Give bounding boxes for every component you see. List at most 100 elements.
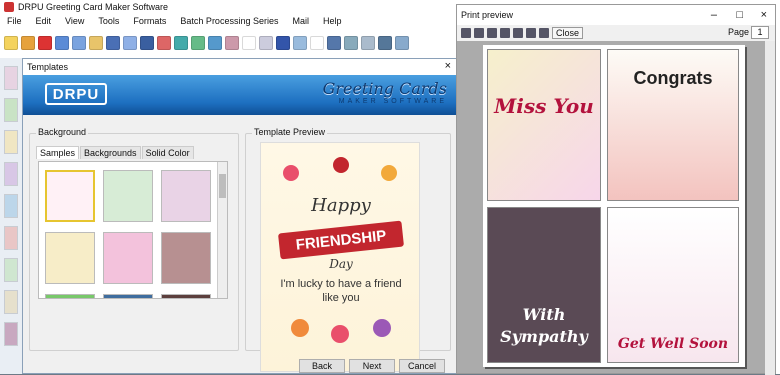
miss-you-text: Miss You [494,94,594,118]
thumb-6[interactable] [4,226,18,250]
menu-file[interactable]: File [0,16,29,26]
three-pages-icon[interactable] [513,28,523,38]
brand-title: Greeting Cards [322,79,447,98]
toolbar [0,32,460,54]
samples-scrollbar[interactable] [217,162,227,298]
sample-swatch[interactable] [45,294,95,298]
flower-icon [381,165,397,181]
save-icon[interactable] [55,36,69,50]
line-icon[interactable] [310,36,324,50]
template-preview-label: Template Preview [252,127,328,137]
menu-batch[interactable]: Batch Processing Series [173,16,285,26]
print-preview-window: Print preview – □ × Close Page 1 Miss Yo… [456,4,776,375]
print-icon[interactable] [106,36,120,50]
page-spinner[interactable]: 1 [751,26,769,39]
card-wreath: Happy FRIENDSHIP Day I'm lucky to have a… [273,155,409,345]
six-pages-icon[interactable] [539,28,549,38]
pencil-icon[interactable] [225,36,239,50]
sample-swatch[interactable] [161,170,211,222]
folder-icon[interactable] [89,36,103,50]
menu-formats[interactable]: Formats [126,16,173,26]
menu-mail[interactable]: Mail [285,16,316,26]
four-pages-icon[interactable] [526,28,536,38]
copy-icon[interactable] [140,36,154,50]
new-icon[interactable] [4,36,18,50]
thumb-8[interactable] [4,290,18,314]
flower-icon [331,325,349,343]
shape-icon[interactable] [208,36,222,50]
zoom-icon[interactable] [395,36,409,50]
tab-solid-color[interactable]: Solid Color [141,146,194,159]
image-icon[interactable] [174,36,188,50]
sample-swatch[interactable] [103,294,153,298]
next-button[interactable]: Next [349,359,395,373]
pen-icon[interactable] [191,36,205,50]
background-tabs: Samples Backgrounds Solid Color [36,146,195,159]
menu-edit[interactable]: Edit [29,16,59,26]
templates-title: Templates [27,62,69,72]
background-label: Background [36,127,89,137]
close-button[interactable]: Close [552,27,584,39]
sample-swatch[interactable] [45,232,95,284]
preview-scrollbar[interactable] [765,41,775,375]
templates-title-bar: Templates × [23,59,457,75]
wordart-icon[interactable] [242,36,256,50]
samples-grid [38,161,228,299]
card-congrats: Congrats [607,49,739,201]
tab-backgrounds[interactable]: Backgrounds [80,146,141,159]
redo-icon[interactable] [361,36,375,50]
card-miss-you: Miss You [487,49,601,201]
menu-view[interactable]: View [58,16,91,26]
layer-icon[interactable] [327,36,341,50]
card-happy: Happy [311,195,371,216]
cancel-button[interactable]: Cancel [399,359,445,373]
sample-swatch[interactable] [161,294,211,298]
bow-icon [333,157,349,173]
zoom-icon[interactable] [474,28,484,38]
save-as-icon[interactable] [72,36,86,50]
print-preview-icon[interactable] [123,36,137,50]
print-icon[interactable] [461,28,471,38]
card-message: I'm lucky to have a friend like you [280,278,402,304]
thumb-9[interactable] [4,322,18,346]
preview-card: Happy FRIENDSHIP Day I'm lucky to have a… [260,142,420,372]
close-icon[interactable] [38,36,52,50]
app-title: DRPU Greeting Card Maker Software [18,2,169,12]
thumb-7[interactable] [4,258,18,282]
cut-icon[interactable] [378,36,392,50]
card-get-well-soon: Get Well Soon [607,207,739,363]
two-pages-icon[interactable] [500,28,510,38]
sample-swatch[interactable] [103,232,153,284]
sample-swatch[interactable] [103,170,153,222]
thumb-4[interactable] [4,162,18,186]
thumb-5[interactable] [4,194,18,218]
text-icon[interactable] [276,36,290,50]
close-icon[interactable]: × [445,60,451,72]
sample-swatch[interactable] [45,170,95,222]
open-icon[interactable] [21,36,35,50]
thumb-1[interactable] [4,66,18,90]
thumb-3[interactable] [4,130,18,154]
undo-icon[interactable] [344,36,358,50]
card-day: Day [329,257,353,271]
card-ribbon: FRIENDSHIP [277,220,405,260]
sample-swatch[interactable] [161,232,211,284]
flower-icon [373,319,391,337]
maximize-icon[interactable]: □ [736,9,743,21]
menu-help[interactable]: Help [316,16,349,26]
tab-samples[interactable]: Samples [36,146,80,159]
template-preview-group: Template Preview Happy FRIENDSHIP Day I'… [245,127,451,372]
one-page-icon[interactable] [487,28,497,38]
brand-text: Greeting Cards MAKER SOFTWARE [317,79,447,105]
card-with-sympathy: With Sympathy [487,207,601,363]
paste-icon[interactable] [157,36,171,50]
back-button[interactable]: Back [299,359,345,373]
minimize-icon[interactable]: – [711,9,717,21]
barcode-icon[interactable] [259,36,273,50]
signature-icon[interactable] [293,36,307,50]
menu-tools[interactable]: Tools [91,16,126,26]
app-logo-icon [4,2,14,12]
thumb-2[interactable] [4,98,18,122]
scroll-thumb[interactable] [219,174,226,198]
close-window-icon[interactable]: × [761,9,767,21]
